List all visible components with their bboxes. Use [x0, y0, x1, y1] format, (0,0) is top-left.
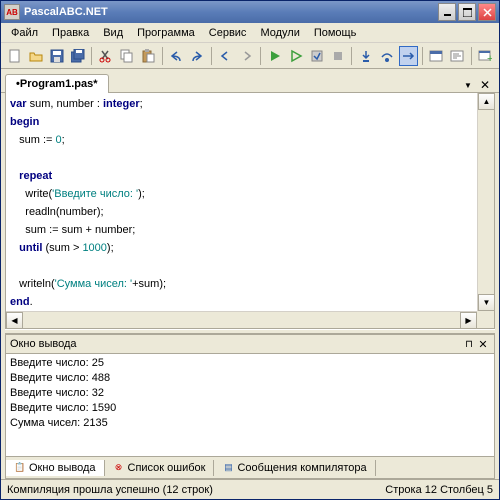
output-panel: Окно вывода ⊓ ✕ Введите число: 25 Введит… [5, 334, 495, 479]
tab-program1[interactable]: •Program1.pas* [5, 74, 109, 93]
pin-icon[interactable]: ⊓ [462, 337, 476, 351]
toolbar: + [1, 43, 499, 69]
output-line: Введите число: 1590 [10, 401, 490, 416]
window-title: PascalABC.NET [24, 6, 438, 18]
menu-view[interactable]: Вид [97, 25, 129, 41]
cut-button[interactable] [96, 46, 115, 66]
editor-vscrollbar[interactable]: ▲ ▼ [477, 93, 494, 311]
btab-compiler-label: Сообщения компилятора [237, 462, 366, 474]
compile-icon [310, 49, 324, 63]
status-compile: Компиляция прошла успешно (12 строк) [7, 484, 213, 496]
menu-file[interactable]: Файл [5, 25, 44, 41]
output-tab-icon: 📋 [14, 462, 26, 474]
scroll-up-icon[interactable]: ▲ [478, 93, 495, 110]
status-position: Строка 12 Столбец 5 [385, 484, 493, 496]
step-into-button[interactable] [356, 46, 375, 66]
menu-help[interactable]: Помощь [308, 25, 363, 41]
form-designer-button[interactable] [427, 46, 446, 66]
paste-icon [141, 49, 155, 63]
paste-button[interactable] [139, 46, 158, 66]
output-line: Введите число: 488 [10, 371, 490, 386]
output-header: Окно вывода ⊓ ✕ [5, 334, 495, 354]
editor-hscrollbar[interactable]: ◀ ▶ [6, 311, 477, 328]
nav-back-icon [218, 49, 232, 63]
menu-modules[interactable]: Модули [254, 25, 305, 41]
scrollbar-corner [477, 311, 494, 328]
close-button[interactable] [478, 3, 496, 21]
new-file-button[interactable] [5, 46, 24, 66]
menu-program[interactable]: Программа [131, 25, 201, 41]
menu-service[interactable]: Сервис [203, 25, 253, 41]
step-over-button[interactable] [378, 46, 397, 66]
step-over-icon [380, 49, 394, 63]
new-form-icon: + [478, 49, 492, 63]
scroll-left-icon[interactable]: ◀ [6, 312, 23, 329]
save-icon [50, 49, 64, 63]
tab-close-icon[interactable]: ✕ [477, 78, 493, 92]
navigate-forward-button[interactable] [237, 46, 256, 66]
copy-icon [120, 49, 134, 63]
stop-button[interactable] [328, 46, 347, 66]
compile-button[interactable] [307, 46, 326, 66]
form-icon [429, 49, 443, 63]
btab-errors[interactable]: ⊗ Список ошибок [105, 460, 215, 476]
code-content: var sum, number : integer; begin sum := … [6, 93, 494, 313]
menubar: Файл Правка Вид Программа Сервис Модули … [1, 23, 499, 43]
maximize-icon [463, 8, 472, 17]
undo-button[interactable] [167, 46, 186, 66]
nav-fwd-icon [240, 49, 254, 63]
bottom-tabs: 📋 Окно вывода ⊗ Список ошибок ▤ Сообщени… [5, 457, 495, 479]
statusbar: Компиляция прошла успешно (12 строк) Стр… [1, 479, 499, 499]
step-out-icon [401, 49, 415, 63]
error-tab-icon: ⊗ [113, 462, 125, 474]
new-form-button[interactable]: + [476, 46, 495, 66]
btab-compiler[interactable]: ▤ Сообщения компилятора [214, 460, 375, 476]
svg-text:+: + [487, 53, 492, 63]
save-all-button[interactable] [68, 46, 87, 66]
code-icon [450, 49, 464, 63]
step-out-button[interactable] [399, 46, 418, 66]
cut-icon [99, 49, 113, 63]
output-line: Введите число: 25 [10, 356, 490, 371]
new-file-icon [8, 49, 22, 63]
undo-icon [169, 49, 183, 63]
output-line: Введите число: 32 [10, 386, 490, 401]
output-line: Сумма чисел: 2135 [10, 416, 490, 431]
step-into-icon [359, 49, 373, 63]
btab-errors-label: Список ошибок [128, 462, 206, 474]
redo-icon [190, 49, 204, 63]
code-view-button[interactable] [448, 46, 467, 66]
btab-output[interactable]: 📋 Окно вывода [6, 460, 105, 476]
output-title: Окно вывода [10, 338, 462, 350]
app-icon: AB [4, 4, 20, 20]
scroll-down-icon[interactable]: ▼ [478, 294, 495, 311]
minimize-button[interactable] [438, 3, 456, 21]
code-editor[interactable]: var sum, number : integer; begin sum := … [5, 93, 495, 329]
save-all-icon [71, 49, 85, 63]
stop-icon [331, 49, 345, 63]
save-button[interactable] [47, 46, 66, 66]
copy-button[interactable] [118, 46, 137, 66]
menu-edit[interactable]: Правка [46, 25, 95, 41]
run-button[interactable] [265, 46, 284, 66]
scroll-right-icon[interactable]: ▶ [460, 312, 477, 329]
output-body[interactable]: Введите число: 25 Введите число: 488 Вве… [5, 354, 495, 457]
close-icon [483, 8, 492, 17]
btab-output-label: Окно вывода [29, 462, 96, 474]
run-alt-icon [289, 49, 303, 63]
compiler-tab-icon: ▤ [222, 462, 234, 474]
editor-tabbar: •Program1.pas* ▼ ✕ [1, 69, 499, 93]
run-icon [268, 49, 282, 63]
navigate-back-button[interactable] [216, 46, 235, 66]
output-close-icon[interactable]: ✕ [476, 337, 490, 351]
tab-dropdown-icon[interactable]: ▼ [461, 81, 475, 90]
open-file-button[interactable] [26, 46, 45, 66]
maximize-button[interactable] [458, 3, 476, 21]
open-folder-icon [29, 49, 43, 63]
redo-button[interactable] [188, 46, 207, 66]
minimize-icon [443, 8, 452, 17]
titlebar: AB PascalABC.NET [1, 1, 499, 23]
run-no-debug-button[interactable] [286, 46, 305, 66]
